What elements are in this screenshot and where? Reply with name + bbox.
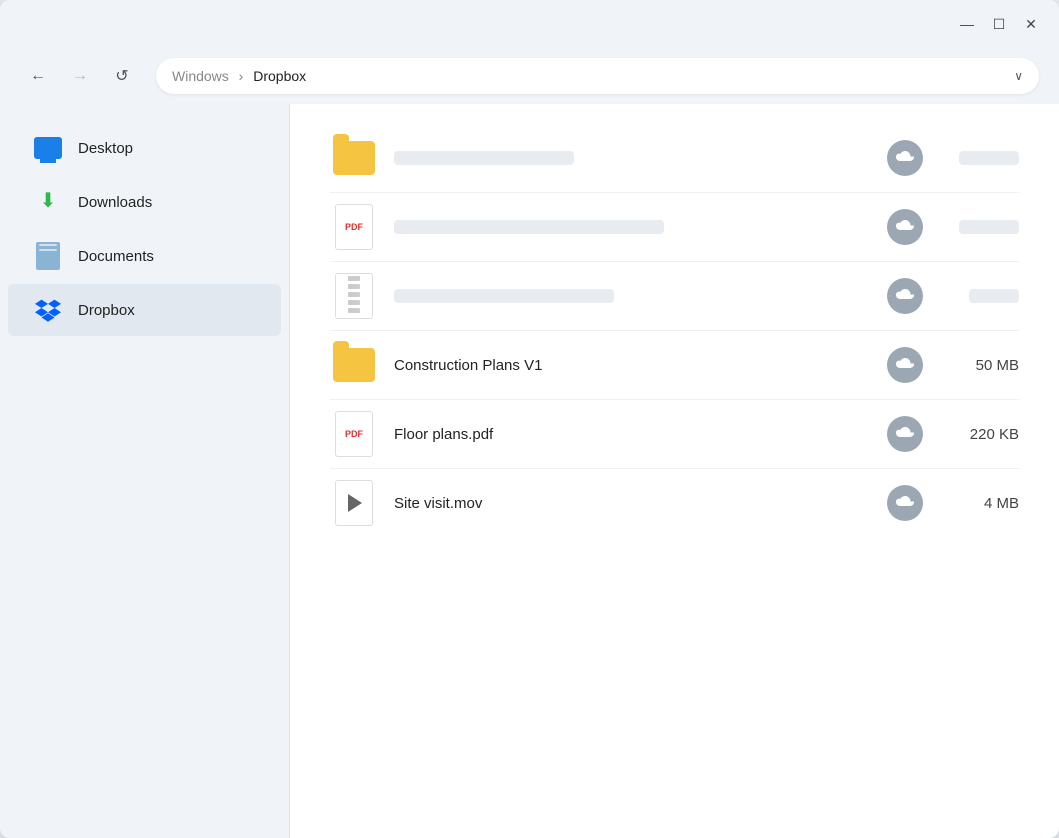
- mov-icon: [330, 479, 378, 527]
- back-button[interactable]: ←: [20, 58, 56, 94]
- address-parent: Windows: [172, 68, 229, 84]
- address-bar[interactable]: Windows › Dropbox ∨: [156, 58, 1039, 94]
- pdf-icon: PDF: [330, 410, 378, 458]
- file-size-construction: 50 MB: [939, 357, 1019, 374]
- documents-icon: [32, 240, 64, 272]
- sidebar-item-documents[interactable]: Documents: [8, 230, 281, 282]
- forward-icon: →: [72, 67, 88, 85]
- file-size-site-visit: 4 MB: [939, 495, 1019, 512]
- sidebar-label-dropbox: Dropbox: [78, 302, 135, 319]
- file-row-construction-plans[interactable]: Construction Plans V1 50 MB: [330, 331, 1019, 400]
- sidebar: Desktop ⬇ Downloads Documents: [0, 104, 290, 838]
- sidebar-item-desktop[interactable]: Desktop: [8, 122, 281, 174]
- file-row-placeholder-3[interactable]: [330, 262, 1019, 331]
- cloud-status-icon: [887, 209, 923, 245]
- folder-icon: [330, 341, 378, 389]
- file-name-floor-plans: Floor plans.pdf: [394, 426, 871, 443]
- file-row-floor-plans[interactable]: PDF Floor plans.pdf 220 KB: [330, 400, 1019, 469]
- cloud-status-icon: [887, 278, 923, 314]
- file-size-placeholder-1: [939, 151, 1019, 165]
- back-icon: ←: [30, 67, 46, 85]
- address-current: Dropbox: [253, 68, 306, 84]
- app-window: — ☐ ✕ ← → ↺ Windows › Dropbox ∨: [0, 0, 1059, 838]
- cloud-status-icon: [887, 347, 923, 383]
- sidebar-label-desktop: Desktop: [78, 140, 133, 157]
- sidebar-label-documents: Documents: [78, 248, 154, 265]
- file-name-placeholder-1: [394, 151, 871, 165]
- downloads-icon: ⬇: [32, 186, 64, 218]
- address-separator: ›: [235, 68, 247, 84]
- toolbar: ← → ↺ Windows › Dropbox ∨: [0, 48, 1059, 104]
- file-name-site-visit: Site visit.mov: [394, 495, 871, 512]
- file-row-site-visit[interactable]: Site visit.mov 4 MB: [330, 469, 1019, 537]
- address-chevron-icon: ∨: [1014, 69, 1023, 83]
- zip-icon: [330, 272, 378, 320]
- file-row-placeholder-1[interactable]: [330, 124, 1019, 193]
- file-size-placeholder-3: [939, 289, 1019, 303]
- cloud-status-icon: [887, 416, 923, 452]
- dropbox-icon: [32, 294, 64, 326]
- sidebar-item-downloads[interactable]: ⬇ Downloads: [8, 176, 281, 228]
- file-size-placeholder-2: [939, 220, 1019, 234]
- maximize-button[interactable]: ☐: [983, 8, 1015, 40]
- file-name-placeholder-2: [394, 220, 871, 234]
- desktop-icon: [32, 132, 64, 164]
- file-size-floor-plans: 220 KB: [939, 426, 1019, 443]
- file-name-construction: Construction Plans V1: [394, 357, 871, 374]
- forward-button[interactable]: →: [62, 58, 98, 94]
- minimize-button[interactable]: —: [951, 8, 983, 40]
- cloud-status-icon: [887, 140, 923, 176]
- refresh-button[interactable]: ↺: [104, 58, 140, 94]
- file-name-placeholder-3: [394, 289, 871, 303]
- folder-icon: [330, 134, 378, 182]
- file-row-placeholder-2[interactable]: PDF: [330, 193, 1019, 262]
- sidebar-label-downloads: Downloads: [78, 194, 152, 211]
- pdf-icon: PDF: [330, 203, 378, 251]
- refresh-icon: ↺: [115, 66, 128, 86]
- file-list: PDF: [290, 104, 1059, 838]
- sidebar-item-dropbox[interactable]: Dropbox: [8, 284, 281, 336]
- titlebar: — ☐ ✕: [0, 0, 1059, 48]
- close-button[interactable]: ✕: [1015, 8, 1047, 40]
- cloud-status-icon: [887, 485, 923, 521]
- main-layout: Desktop ⬇ Downloads Documents: [0, 104, 1059, 838]
